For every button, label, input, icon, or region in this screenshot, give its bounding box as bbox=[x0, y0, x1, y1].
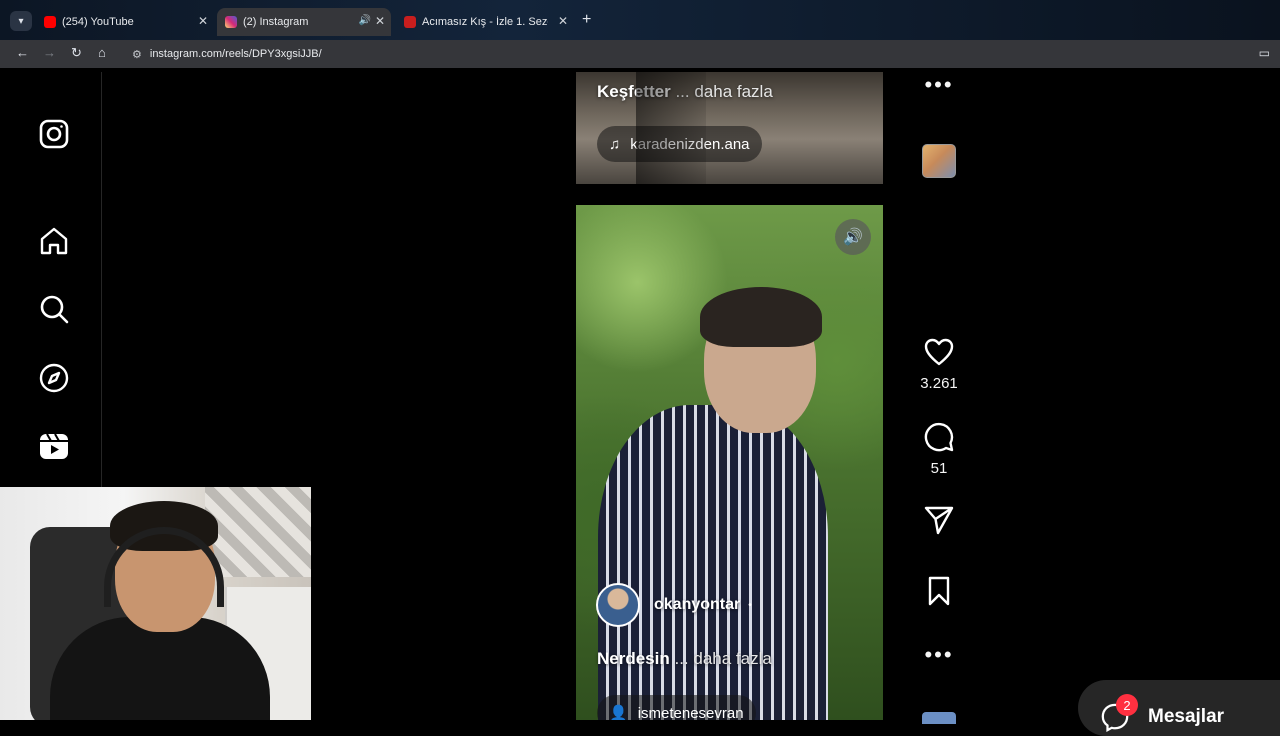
like-button[interactable]: 3.261 bbox=[917, 336, 961, 392]
music-thumbnail bbox=[922, 144, 956, 178]
reel-caption[interactable]: Keşfetter ... daha fazla bbox=[597, 82, 773, 102]
instagram-icon bbox=[225, 16, 237, 28]
more-options-button[interactable]: ••• bbox=[917, 72, 961, 97]
webcam-overlay bbox=[0, 487, 311, 720]
tab-search-button[interactable]: ▾ bbox=[10, 11, 32, 31]
reels-icon[interactable] bbox=[38, 430, 70, 462]
comment-count: 51 bbox=[930, 460, 948, 477]
new-tab-button[interactable]: + bbox=[582, 11, 591, 29]
send-icon bbox=[924, 506, 954, 535]
audio-pill[interactable]: 👤 ismetenesevran bbox=[597, 695, 756, 720]
explore-compass-icon[interactable] bbox=[38, 362, 70, 394]
speaker-icon[interactable]: 🔊 bbox=[359, 15, 371, 26]
video-person bbox=[598, 405, 828, 720]
url-text: instagram.com/reels/DPY3xgsiJJB/ bbox=[149, 48, 322, 60]
avatar[interactable] bbox=[596, 583, 640, 627]
current-reel-video[interactable]: 🔊 okanyontar • Nerdesin ... daha fazla 👤… bbox=[576, 205, 883, 720]
back-arrow-icon[interactable]: ← bbox=[16, 45, 29, 60]
previous-reel[interactable]: Keşfetter ... daha fazla ♫ karadenizden.… bbox=[576, 72, 883, 184]
reload-icon[interactable]: ↻ bbox=[71, 45, 82, 61]
cast-icon[interactable]: ▭ bbox=[1259, 46, 1270, 60]
person-icon: 👤 bbox=[609, 705, 628, 720]
like-count: 3.261 bbox=[920, 375, 958, 392]
forward-arrow-icon[interactable]: → bbox=[43, 45, 56, 60]
close-icon[interactable]: ✕ bbox=[558, 14, 568, 28]
music-note-icon: ♫ bbox=[609, 135, 621, 153]
webcam-wall-pattern bbox=[205, 487, 311, 577]
tab-title: Acımasız Kış - İzle 1. Sezon 2. B bbox=[422, 16, 548, 28]
messages-label: Mesajlar bbox=[1148, 706, 1225, 727]
more-options-button[interactable]: ••• bbox=[917, 642, 961, 667]
reel-audio-thumbnail[interactable] bbox=[917, 144, 961, 178]
browser-tab-bar: ▾ (254) YouTube ✕ (2) Instagram 🔊 ✕ Acım… bbox=[0, 0, 1280, 40]
more-dots-icon: ••• bbox=[924, 72, 954, 97]
author-name[interactable]: okanyontar bbox=[654, 596, 740, 614]
heart-icon bbox=[924, 338, 954, 366]
caption-text: Nerdesin bbox=[597, 649, 670, 668]
browser-toolbar: ← → ↻ ⌂ ⚙ instagram.com/reels/DPY3xgsiJJ… bbox=[0, 40, 1280, 68]
address-bar[interactable]: ⚙ instagram.com/reels/DPY3xgsiJJB/ bbox=[128, 43, 1238, 65]
separator-dot: • bbox=[748, 599, 752, 611]
comment-button[interactable]: 51 bbox=[917, 421, 961, 477]
more-link[interactable]: ... daha fazla bbox=[675, 82, 772, 101]
tab-youtube[interactable]: (254) YouTube ✕ bbox=[36, 8, 214, 36]
volume-icon[interactable]: 🔊 bbox=[835, 219, 871, 255]
reel-caption[interactable]: Nerdesin ... daha fazla bbox=[597, 649, 772, 669]
video-person-hair bbox=[700, 287, 822, 347]
caption-text: Keşfetter bbox=[597, 82, 671, 101]
share-button[interactable] bbox=[917, 504, 961, 541]
close-icon[interactable]: ✕ bbox=[375, 14, 385, 28]
unread-badge: 2 bbox=[1116, 694, 1138, 716]
more-link[interactable]: ... daha fazla bbox=[674, 649, 771, 668]
tab-instagram[interactable]: (2) Instagram 🔊 ✕ bbox=[217, 8, 391, 36]
reel-audio-thumbnail[interactable] bbox=[922, 712, 956, 724]
bookmark-icon bbox=[928, 576, 950, 606]
search-icon[interactable] bbox=[38, 293, 70, 325]
tv-icon bbox=[404, 16, 416, 28]
save-button[interactable] bbox=[917, 575, 961, 612]
reel-author[interactable]: okanyontar • bbox=[596, 583, 752, 627]
tab-title: (254) YouTube bbox=[62, 16, 134, 28]
close-icon[interactable]: ✕ bbox=[198, 14, 208, 28]
audio-name: karadenizden.ana bbox=[630, 135, 750, 153]
audio-name: ismetenesevran bbox=[637, 704, 744, 721]
more-dots-icon: ••• bbox=[924, 642, 954, 667]
youtube-icon bbox=[44, 16, 56, 28]
comment-icon bbox=[924, 422, 954, 452]
webcam-person-body bbox=[50, 617, 270, 720]
messages-button[interactable]: 2 Mesajlar bbox=[1078, 680, 1280, 736]
tab-acimasiz-kis[interactable]: Acımasız Kış - İzle 1. Sezon 2. B ✕ bbox=[396, 8, 574, 36]
tab-title: (2) Instagram bbox=[243, 16, 309, 28]
audio-pill[interactable]: ♫ karadenizden.ana bbox=[597, 126, 762, 162]
home-icon[interactable]: ⌂ bbox=[98, 45, 106, 60]
instagram-logo-icon[interactable] bbox=[38, 118, 70, 150]
site-settings-icon[interactable]: ⚙ bbox=[132, 48, 142, 61]
home-icon[interactable] bbox=[38, 225, 70, 257]
